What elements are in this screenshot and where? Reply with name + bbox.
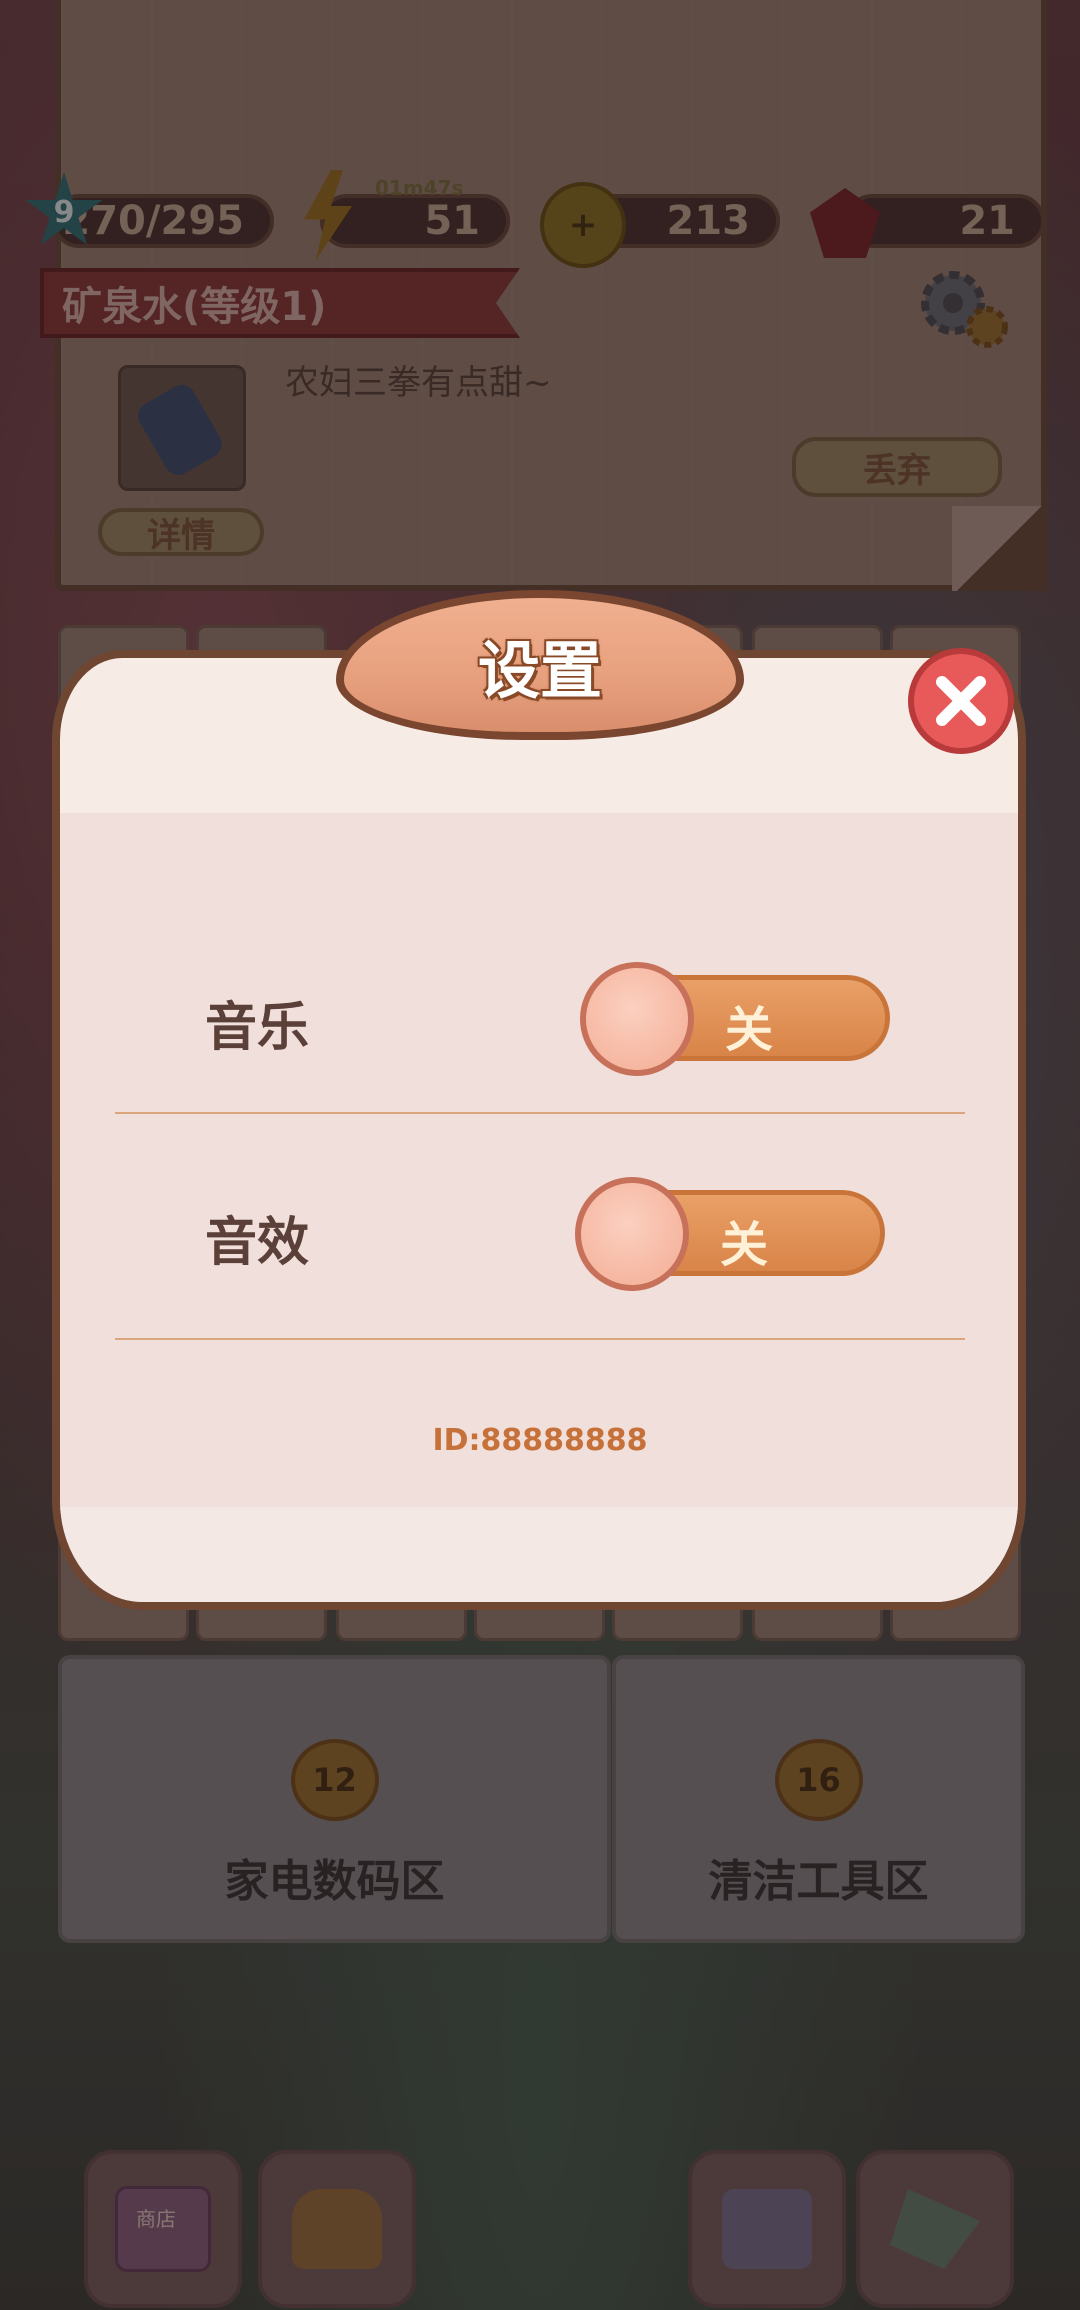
dialog-title: 设置 <box>477 634 602 707</box>
music-toggle[interactable]: 关 <box>580 962 890 1076</box>
toggle-knob <box>575 1177 689 1291</box>
sfx-label: 音效 <box>205 1213 310 1273</box>
close-icon <box>936 676 986 726</box>
sfx-toggle-state: 关 <box>719 1217 768 1273</box>
row-divider <box>115 1338 965 1340</box>
settings-dialog <box>52 650 1026 1610</box>
music-toggle-state: 关 <box>724 1002 773 1058</box>
dialog-footer <box>60 1507 1018 1602</box>
close-button[interactable] <box>908 648 1014 754</box>
settings-panel <box>60 813 1018 1517</box>
music-label: 音乐 <box>205 998 310 1058</box>
row-divider <box>115 1112 965 1114</box>
player-id: ID:88888888 <box>432 1423 648 1458</box>
toggle-knob <box>580 962 694 1076</box>
sfx-toggle[interactable]: 关 <box>575 1177 885 1291</box>
